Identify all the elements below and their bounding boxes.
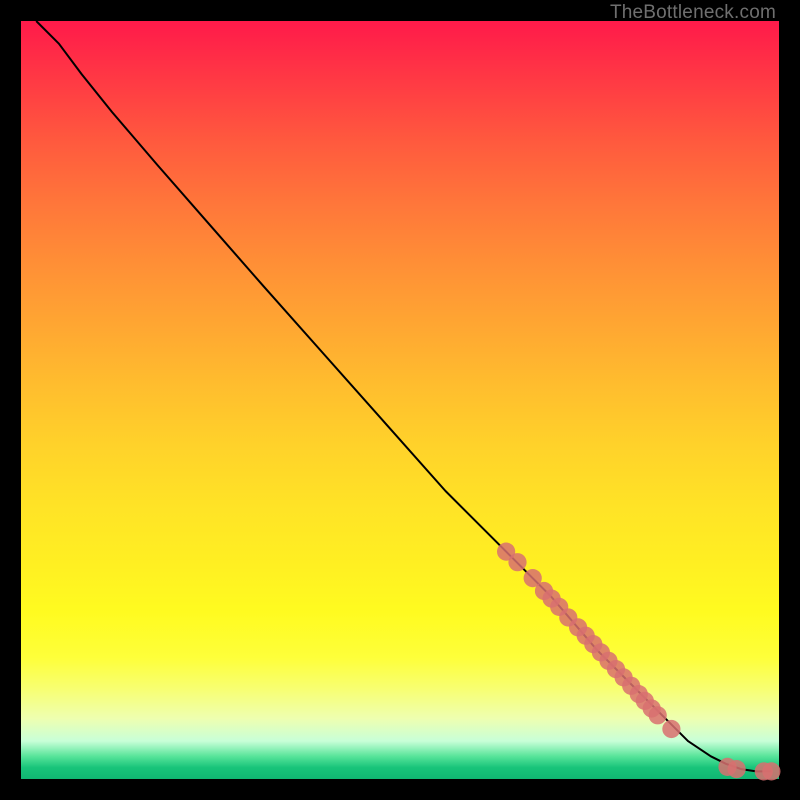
data-marker bbox=[508, 553, 526, 571]
data-marker bbox=[762, 762, 780, 780]
curve-line bbox=[36, 21, 771, 771]
data-marker bbox=[662, 720, 680, 738]
chart-frame: TheBottleneck.com bbox=[0, 0, 800, 800]
marker-group bbox=[497, 543, 781, 781]
chart-overlay bbox=[21, 21, 779, 779]
data-marker bbox=[649, 706, 667, 724]
watermark-text: TheBottleneck.com bbox=[610, 2, 776, 24]
data-marker bbox=[728, 760, 746, 778]
